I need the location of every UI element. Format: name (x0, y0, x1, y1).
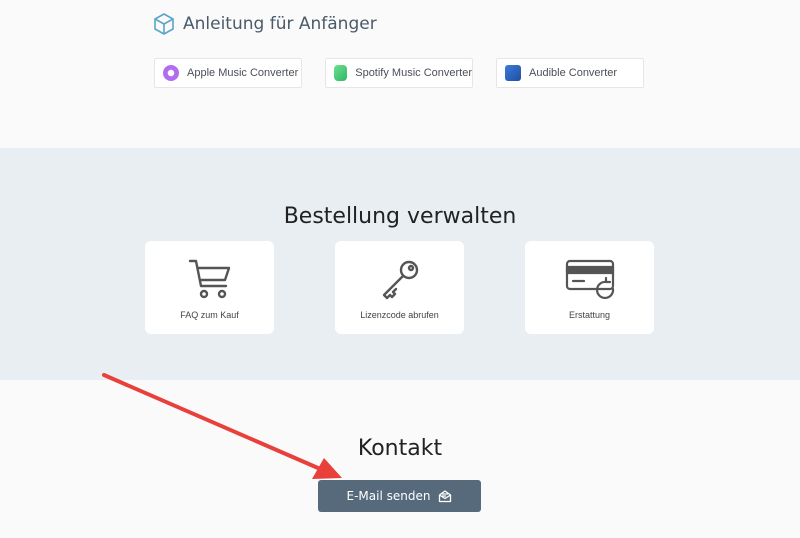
key-icon (382, 260, 418, 300)
refund-card[interactable]: Erstattung (525, 241, 654, 334)
card-label: FAQ zum Kauf (180, 310, 239, 320)
product-label: Apple Music Converter (187, 67, 299, 79)
product-label: Audible Converter (529, 67, 618, 79)
contact-title: Kontakt (357, 436, 443, 461)
card-label: Lizenzcode abrufen (360, 310, 439, 320)
cube-icon (154, 13, 174, 35)
apple-music-converter-icon (163, 65, 179, 81)
spotify-music-converter-icon (334, 65, 348, 81)
send-email-label: E-Mail senden (346, 489, 431, 503)
faq-purchase-card[interactable]: FAQ zum Kauf (145, 241, 274, 334)
send-email-button[interactable]: E-Mail senden (318, 480, 481, 512)
guide-title: Anleitung für Anfänger (183, 14, 377, 34)
product-label: Spotify Music Converter (355, 67, 472, 79)
guide-heading: Anleitung für Anfänger (153, 12, 377, 36)
card-label: Erstattung (568, 310, 611, 320)
mail-icon (439, 490, 452, 503)
order-title: Bestellung verwalten (283, 204, 517, 229)
shopping-cart-icon (188, 259, 230, 299)
audible-converter-icon (505, 65, 521, 81)
license-code-card[interactable]: Lizenzcode abrufen (335, 241, 464, 334)
refund-card-icon (565, 259, 614, 300)
audible-converter-link[interactable]: Audible Converter (496, 58, 644, 88)
apple-music-converter-link[interactable]: Apple Music Converter (154, 58, 302, 88)
spotify-music-converter-link[interactable]: Spotify Music Converter (325, 58, 473, 88)
